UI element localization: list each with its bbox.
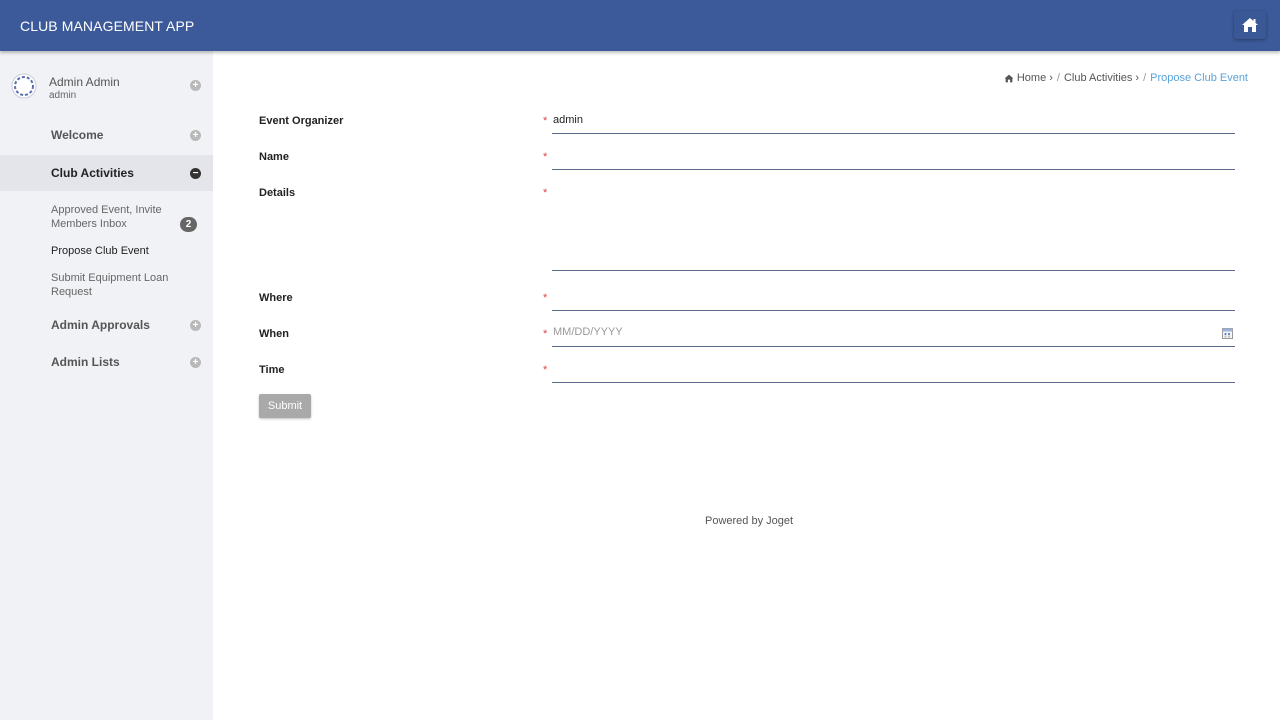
chevron-right-icon: › (1135, 72, 1140, 84)
sidebar-subitem-propose-club-event[interactable]: Propose Club Event (51, 244, 149, 258)
breadcrumb-separator: / (1056, 72, 1060, 84)
breadcrumb-current: Propose Club Event (1150, 72, 1248, 84)
home-icon (1242, 18, 1258, 32)
sidebar-item-label: Welcome (51, 128, 104, 142)
sidebar-item-admin-lists[interactable]: Admin Lists + (0, 344, 213, 380)
expand-icon: + (190, 320, 201, 331)
breadcrumb: Home › / Club Activities › / Propose Clu… (1004, 72, 1248, 84)
sidebar-item-label: Club Activities (51, 166, 134, 180)
time-label: Time (259, 364, 285, 376)
home-button[interactable] (1234, 11, 1266, 39)
sidebar: Admin Admin admin + Welcome + Club Activ… (0, 51, 213, 720)
details-textarea[interactable] (552, 186, 1235, 271)
calendar-icon[interactable] (1222, 328, 1233, 339)
details-label: Details (259, 187, 296, 199)
required-marker: * (543, 151, 548, 163)
sidebar-item-admin-approvals[interactable]: Admin Approvals + (0, 307, 213, 343)
where-input[interactable] (552, 290, 1235, 311)
expand-icon: + (190, 357, 201, 368)
sidebar-subitem-equipment-loan[interactable]: Submit Equipment Loan Request (51, 271, 176, 299)
when-placeholder: MM/DD/YYYY (553, 326, 623, 338)
expand-icon[interactable]: + (190, 80, 201, 91)
footer-text: Powered by Joget (705, 515, 794, 527)
when-label: When (259, 328, 289, 340)
sidebar-item-club-activities[interactable]: Club Activities − (0, 155, 213, 191)
when-date-input[interactable]: MM/DD/YYYY (552, 326, 1235, 347)
required-marker: * (543, 328, 548, 340)
required-marker: * (543, 115, 548, 127)
chevron-right-icon: › (1049, 72, 1053, 84)
user-id: admin (49, 90, 77, 101)
time-input[interactable] (552, 362, 1235, 383)
collapse-icon: − (190, 168, 201, 179)
app-title[interactable]: CLUB MANAGEMENT APP (20, 18, 194, 34)
name-label: Name (259, 151, 289, 163)
inbox-count-badge: 2 (180, 217, 197, 232)
event-organizer-field[interactable]: admin (552, 114, 1235, 134)
sidebar-subitem-approved-event-inbox[interactable]: Approved Event, Invite Members Inbox (51, 203, 171, 231)
submit-button[interactable]: Submit (259, 394, 311, 418)
event-organizer-value: admin (553, 114, 583, 126)
name-input[interactable] (552, 150, 1235, 170)
breadcrumb-separator: / (1143, 72, 1147, 84)
required-marker: * (543, 364, 548, 376)
breadcrumb-home[interactable]: Home (1017, 72, 1046, 84)
sidebar-item-welcome[interactable]: Welcome + (0, 117, 213, 153)
user-panel[interactable]: Admin Admin admin + (0, 51, 213, 117)
expand-icon: + (190, 130, 201, 141)
user-name: Admin Admin (49, 75, 120, 89)
avatar (11, 73, 37, 99)
top-bar: CLUB MANAGEMENT APP (0, 0, 1280, 51)
event-organizer-label: Event Organizer (259, 115, 344, 127)
sidebar-item-label: Admin Approvals (51, 318, 150, 332)
required-marker: * (543, 187, 548, 199)
home-icon (1004, 74, 1014, 82)
breadcrumb-club-activities[interactable]: Club Activities (1064, 72, 1132, 84)
required-marker: * (543, 292, 548, 304)
sidebar-item-label: Admin Lists (51, 355, 120, 369)
where-label: Where (259, 292, 293, 304)
